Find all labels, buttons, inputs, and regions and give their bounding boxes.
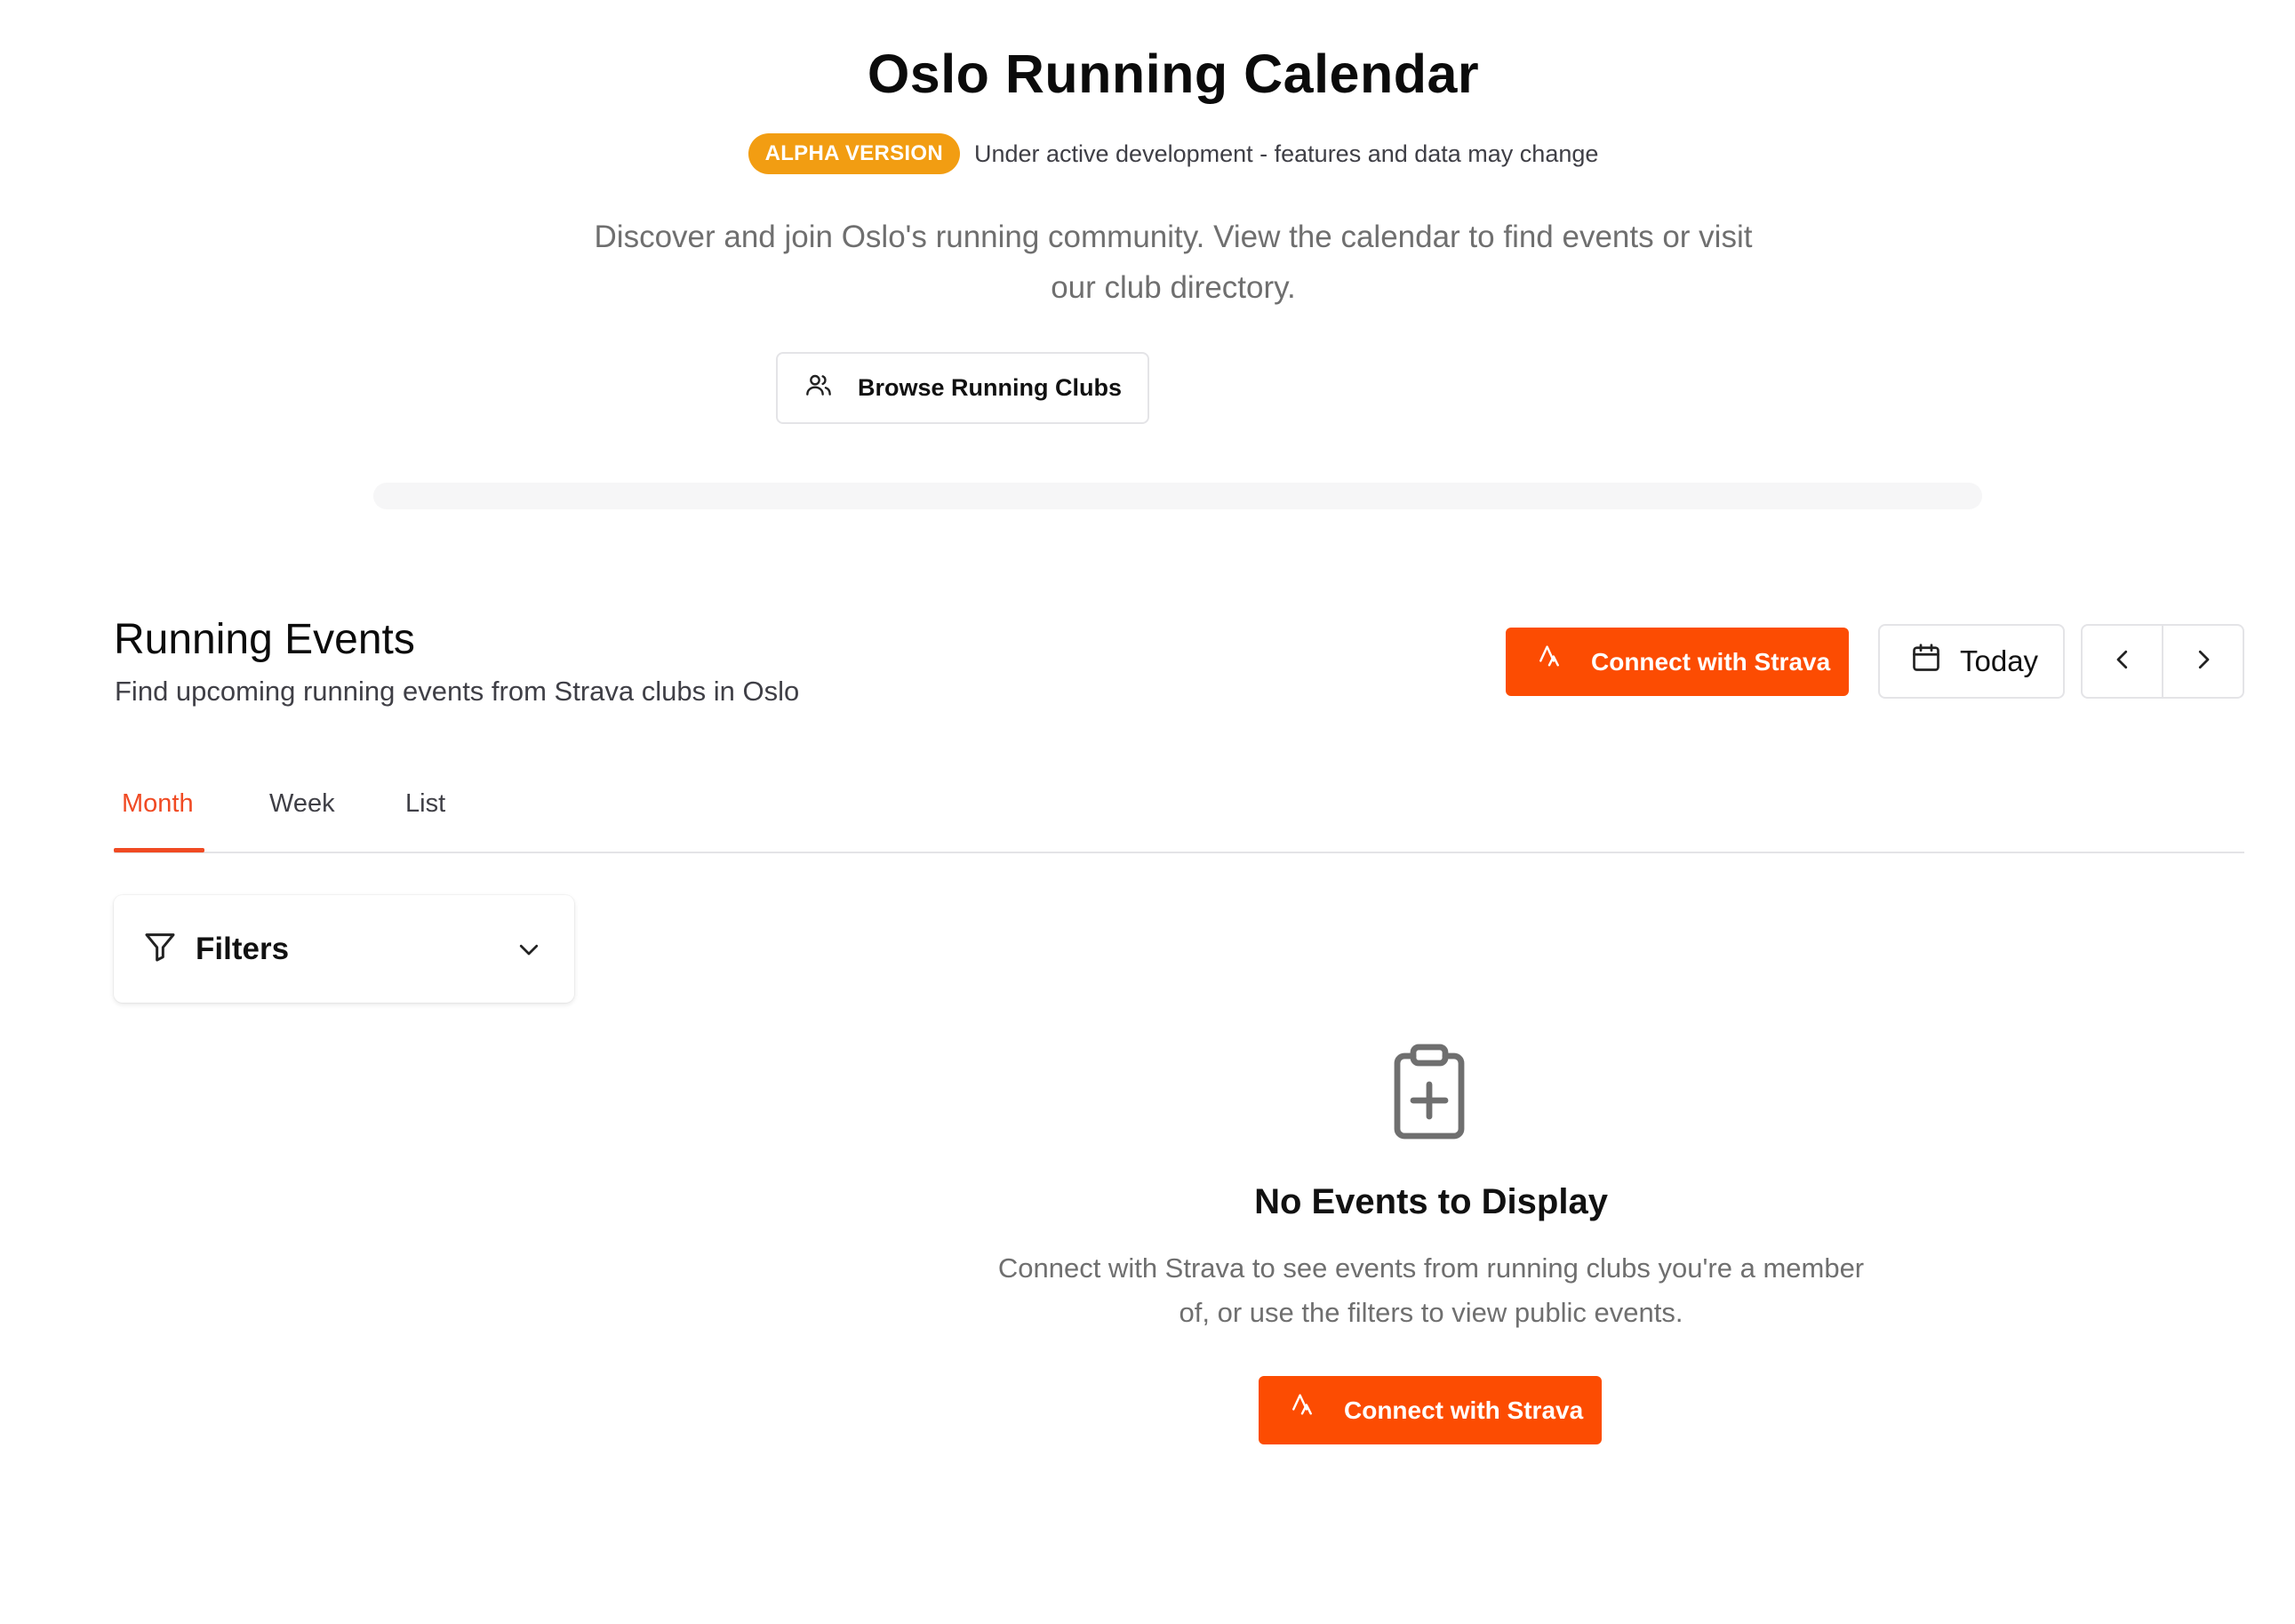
filters-toggle[interactable]: Filters [114, 895, 574, 1003]
connect-strava-label: Connect with Strava [1591, 647, 1831, 676]
alpha-notice: ALPHA VERSION Under active development -… [0, 133, 2295, 174]
browse-running-clubs-label: Browse Running Clubs [858, 374, 1122, 401]
active-tab-indicator [114, 848, 204, 852]
chevron-down-icon [516, 936, 542, 967]
tab-week[interactable]: Week [269, 789, 335, 819]
intro-text: Discover and join Oslo's running communi… [594, 220, 1753, 305]
strava-icon [1289, 1392, 1315, 1428]
empty-state-title: No Events to Display [1254, 1182, 1608, 1221]
chevron-left-icon [2109, 646, 2136, 677]
page-title: Oslo Running Calendar [867, 44, 1480, 104]
today-button[interactable]: Today [1878, 624, 2065, 699]
empty-connect-strava-label: Connect with Strava [1344, 1396, 1584, 1424]
empty-connect-strava-button[interactable]: Connect with Strava [1259, 1376, 1602, 1444]
loading-placeholder [373, 483, 1982, 509]
next-button[interactable] [2162, 626, 2243, 697]
calendar-navigation [2081, 624, 2244, 699]
chevron-right-icon [2190, 646, 2217, 677]
events-subtitle: Find upcoming running events from Strava… [115, 676, 800, 707]
previous-button[interactable] [2083, 626, 2162, 697]
empty-state-description: Connect with Strava to see events from r… [997, 1252, 1865, 1328]
browse-running-clubs-button[interactable]: Browse Running Clubs [776, 352, 1149, 424]
calendar-icon [1910, 642, 1942, 681]
view-tabs: Month Week List [114, 773, 2244, 853]
today-label: Today [1960, 644, 2039, 677]
tab-list[interactable]: List [405, 789, 445, 819]
filters-label: Filters [196, 931, 290, 966]
users-icon [804, 371, 833, 405]
events-title: Running Events [114, 616, 415, 663]
strava-icon [1536, 644, 1563, 680]
clipboard-plus-icon [1387, 1042, 1472, 1146]
alpha-badge: ALPHA VERSION [748, 133, 960, 174]
alpha-notice-text: Under active development - features and … [973, 140, 1599, 167]
filter-icon [142, 929, 178, 969]
tab-month[interactable]: Month [122, 789, 194, 819]
connect-strava-button[interactable]: Connect with Strava [1506, 628, 1849, 696]
